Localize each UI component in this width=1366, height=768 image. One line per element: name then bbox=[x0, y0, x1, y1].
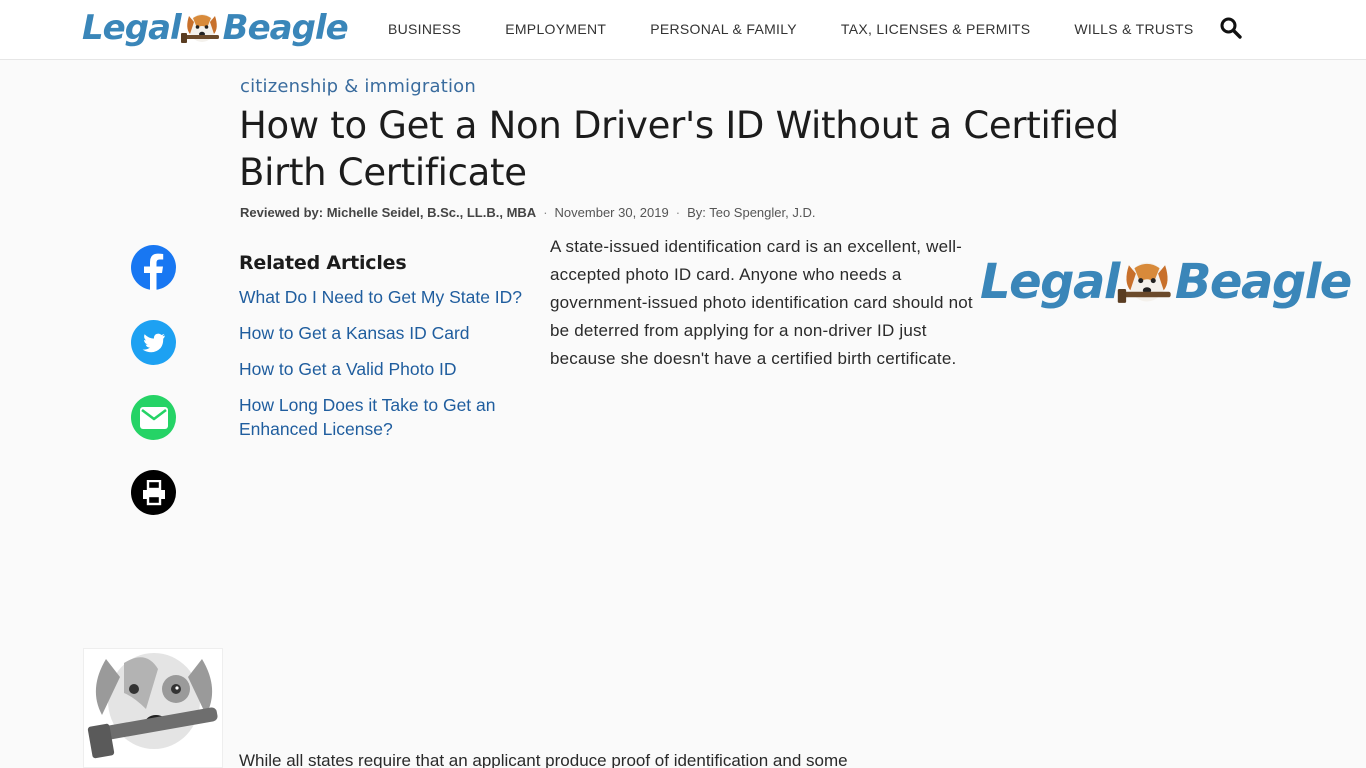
logo-text-left: Legal bbox=[980, 254, 1120, 310]
category-link[interactable]: citizenship & immigration bbox=[240, 76, 476, 97]
related-link[interactable]: How to Get a Valid Photo ID bbox=[239, 359, 457, 379]
logo-text-right: Beagle bbox=[1174, 254, 1352, 310]
site-header: Legal Beagle BUSINESS EMPLOYMENT PERSONA… bbox=[0, 0, 1366, 60]
related-link[interactable]: What Do I Need to Get My State ID? bbox=[239, 287, 522, 307]
email-share-button[interactable] bbox=[131, 395, 176, 440]
related-articles: Related Articles What Do I Need to Get M… bbox=[239, 252, 539, 453]
facebook-icon bbox=[144, 253, 164, 290]
publish-date: November 30, 2019 bbox=[554, 205, 669, 220]
list-item: How to Get a Valid Photo ID bbox=[239, 357, 539, 381]
author-avatar bbox=[83, 648, 223, 768]
related-heading: Related Articles bbox=[239, 252, 407, 274]
related-link[interactable]: How Long Does it Take to Get an Enhanced… bbox=[239, 395, 496, 439]
list-item: How Long Does it Take to Get an Enhanced… bbox=[239, 393, 539, 441]
page-title: How to Get a Non Driver's ID Without a C… bbox=[239, 104, 1119, 194]
nav-wills-trusts[interactable]: WILLS & TRUSTS bbox=[1052, 20, 1215, 38]
email-icon bbox=[139, 406, 168, 429]
nav-business[interactable]: BUSINESS bbox=[366, 20, 483, 38]
list-item: What Do I Need to Get My State ID? bbox=[239, 285, 539, 309]
nav-employment[interactable]: EMPLOYMENT bbox=[483, 20, 628, 38]
site-logo[interactable]: Legal Beagle bbox=[82, 8, 349, 48]
byline-separator: · bbox=[543, 205, 548, 220]
print-icon bbox=[142, 479, 165, 505]
byline-separator: · bbox=[675, 205, 681, 220]
twitter-share-button[interactable] bbox=[131, 320, 176, 365]
search-icon[interactable] bbox=[1219, 16, 1243, 40]
logo-text-left: Legal bbox=[82, 8, 182, 48]
list-item: How to Get a Kansas ID Card bbox=[239, 321, 539, 345]
logo-text-right: Beagle bbox=[222, 8, 349, 48]
author: By: Teo Spengler, J.D. bbox=[687, 205, 816, 220]
main-nav: BUSINESS EMPLOYMENT PERSONAL & FAMILY TA… bbox=[366, 20, 1215, 38]
facebook-share-button[interactable] bbox=[131, 245, 176, 290]
nav-tax-licenses-permits[interactable]: TAX, LICENSES & PERMITS bbox=[819, 20, 1052, 38]
reviewer: Reviewed by: Michelle Seidel, B.Sc., LL.… bbox=[240, 205, 537, 220]
related-list: What Do I Need to Get My State ID? How t… bbox=[239, 285, 539, 441]
intro-paragraph: A state-issued identification card is an… bbox=[550, 237, 973, 368]
article-image: Legal Beagle bbox=[980, 252, 1352, 312]
body-paragraph: While all states require that an applica… bbox=[239, 751, 848, 768]
beagle-logo-icon bbox=[1117, 262, 1171, 303]
share-bar bbox=[131, 245, 176, 545]
beagle-logo-icon bbox=[180, 14, 219, 43]
byline: Reviewed by: Michelle Seidel, B.Sc., LL.… bbox=[240, 205, 815, 220]
twitter-icon bbox=[142, 333, 165, 352]
print-button[interactable] bbox=[131, 470, 176, 515]
beagle-mascot-icon bbox=[87, 653, 218, 759]
related-link[interactable]: How to Get a Kansas ID Card bbox=[239, 323, 470, 343]
nav-personal-family[interactable]: PERSONAL & FAMILY bbox=[628, 20, 819, 38]
